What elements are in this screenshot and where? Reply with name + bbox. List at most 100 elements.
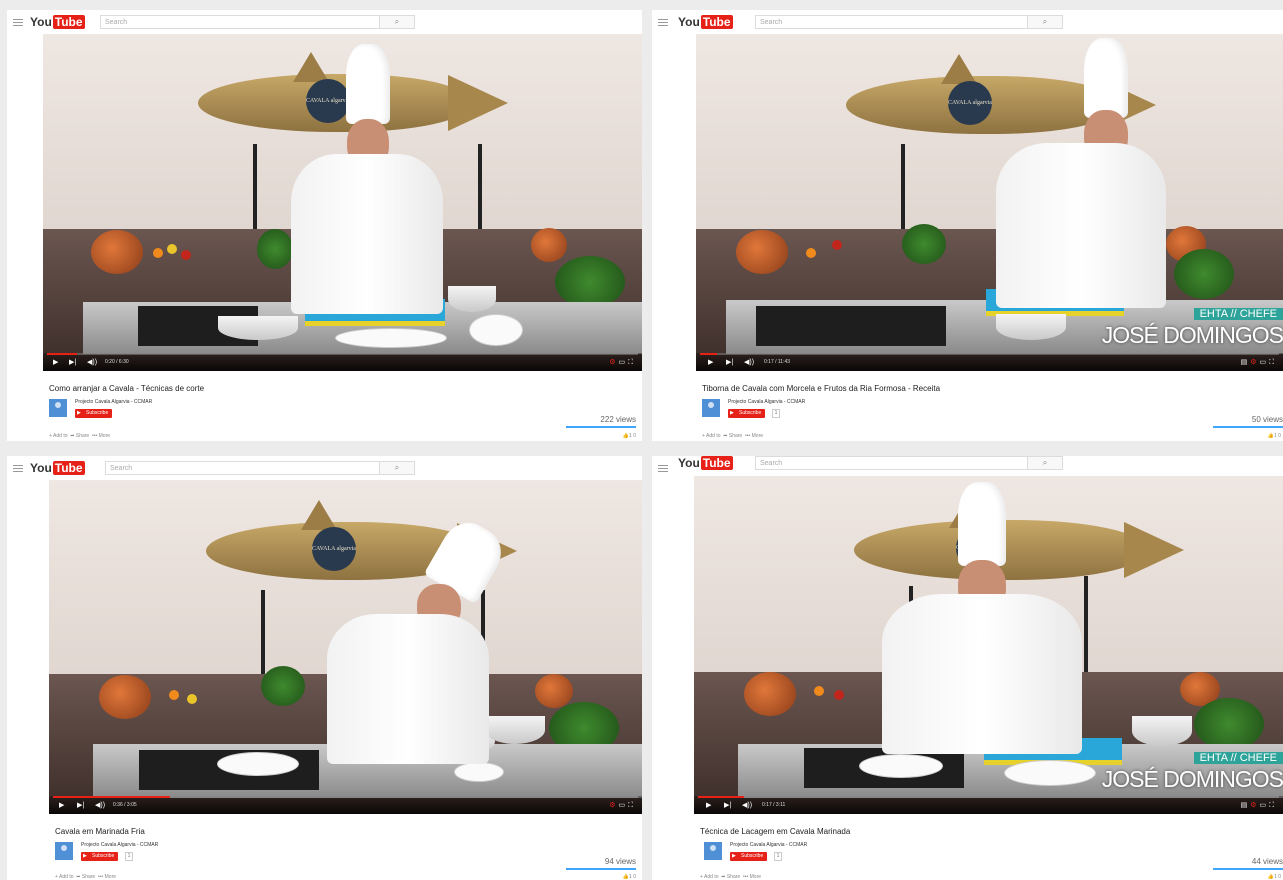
share-icon[interactable]: ➦ [76,874,80,880]
share-icon[interactable]: ➦ [723,433,727,439]
youtube-logo[interactable]: You Tube [678,456,733,470]
player-right-icons[interactable]: ▤⚙▭⛶ [1241,358,1277,367]
next-icon[interactable]: ▶| [724,801,731,809]
search-input[interactable]: Search [755,456,1033,470]
play-icon[interactable]: ▶ [706,801,711,809]
overlay-name: JOSÉ DOMINGOS [1101,766,1283,792]
overlay-name: JOSÉ DOMINGOS [1101,322,1283,348]
name-lower-third: EHTA // CHEFE JOSÉ DOMINGOS [1102,304,1283,349]
search-input[interactable]: Search [755,15,1033,29]
action-row[interactable]: + Add to ➦ Share ••• More [700,874,761,880]
action-row[interactable]: + Add to ➦ Share ••• More [702,433,763,439]
video-title: Cavala em Marinada Fria [55,827,145,836]
name-lower-third: EHTA // CHEFE JOSÉ DOMINGOS [1102,748,1283,793]
progress-played [47,353,77,355]
volume-icon[interactable]: ◀)) [742,801,752,809]
like-dislike[interactable]: 👍1 0 [1268,874,1281,880]
player-right-icons[interactable]: ⚙▭⛶ [609,801,636,810]
view-bar [566,426,636,428]
overlay-tag: EHTA // CHEFE [1193,308,1283,320]
subscribe-button[interactable]: Subscribe [728,409,766,418]
menu-icon[interactable] [13,19,23,28]
channel-name[interactable]: Projecto Cavala Algarvia - CCMAR [81,842,158,848]
youtube-logo[interactable]: You Tube [30,15,85,29]
video-panel-1: You Tube Search ⌕ CAVALA algarvia ▶ ▶| ◀… [7,10,642,441]
video-title: Técnica de Lacagem em Cavala Marinada [700,827,851,836]
progress-played [53,796,170,798]
play-icon[interactable]: ▶ [59,801,64,809]
player-right-icons[interactable]: ▤⚙▭⛶ [1241,801,1277,810]
menu-icon[interactable] [658,19,668,28]
time-display: 0:17 / 11:43 [764,359,791,365]
masthead: You Tube Search ⌕ [652,10,1283,36]
player-controls: ▶ ▶| ◀)) 0:36 / 3:05 ⚙▭⛶ [49,796,642,814]
volume-icon[interactable]: ◀)) [95,801,105,809]
channel-avatar[interactable] [702,399,720,417]
subscribe-button[interactable]: Subscribe [75,409,113,418]
play-icon[interactable]: ▶ [53,358,58,366]
time-display: 0:20 / 6:30 [105,359,129,365]
video-player[interactable]: CAVALA algarvia ▶ ▶| ◀)) 0:20 / 6:30 ⚙▭⛶ [43,34,642,371]
channel-name[interactable]: Projecto Cavala Algarvia - CCMAR [728,399,805,405]
youtube-logo[interactable]: You Tube [30,461,85,475]
next-icon[interactable]: ▶| [69,358,76,366]
search-icon[interactable]: ⌕ [1027,456,1063,470]
video-title: Como arranjar a Cavala - Técnicas de cor… [49,384,205,393]
play-icon[interactable]: ▶ [708,358,713,366]
action-row[interactable]: + Add to ➦ Share ••• More [49,433,110,439]
search-icon[interactable]: ⌕ [379,15,415,29]
search-icon[interactable]: ⌕ [1027,15,1063,29]
like-dislike[interactable]: 👍1 0 [623,433,636,439]
view-bar [566,868,636,870]
search-input[interactable]: Search [105,461,383,475]
view-count: 94 views [604,857,636,866]
view-count: 44 views [1251,857,1283,866]
video-player[interactable]: CAVALA algarvia ▶ ▶| ◀)) 0:36 / 3:05 ⚙▭⛶ [49,480,642,814]
progress-bar[interactable] [700,353,1279,355]
player-controls: ▶ ▶| ◀)) 0:20 / 6:30 ⚙▭⛶ [43,353,642,371]
subscribe-button[interactable]: Subscribe [730,852,768,861]
video-player[interactable]: CAVALA algarvia EHTA // CHEFE JOSÉ DOMIN… [694,476,1283,814]
channel-avatar[interactable] [55,842,73,860]
video-title: Tiborna de Cavala com Morcela e Frutos d… [702,384,941,393]
youtube-logo[interactable]: You Tube [678,15,733,29]
video-panel-3: You Tube Search ⌕ CAVALA algarvia ▶ ▶| ◀… [7,456,642,880]
video-panel-2: You Tube Search ⌕ CAVALA algarvia EHTA //… [652,10,1283,441]
like-dislike[interactable]: 👍1 0 [1268,433,1281,439]
share-icon[interactable]: ➦ [721,874,725,880]
channel-avatar[interactable] [49,399,67,417]
video-player[interactable]: CAVALA algarvia EHTA // CHEFE JOSÉ DOMIN… [696,34,1283,371]
action-row[interactable]: + Add to ➦ Share ••• More [55,874,116,880]
cavala-logo: CAVALA algarvia [948,81,992,125]
menu-icon[interactable] [658,465,668,474]
subscriber-count: 1 [774,852,782,861]
player-controls: ▶ ▶| ◀)) 0:17 / 11:43 ▤⚙▭⛶ [696,353,1283,371]
next-icon[interactable]: ▶| [726,358,733,366]
search-input[interactable]: Search [100,15,380,29]
progress-bar[interactable] [47,353,638,355]
channel-name[interactable]: Projecto Cavala Algarvia - CCMAR [730,842,807,848]
cavala-logo: CAVALA algarvia [312,527,356,571]
like-dislike[interactable]: 👍1 0 [623,874,636,880]
view-bar [1213,426,1283,428]
subscriber-count: 1 [125,852,133,861]
player-controls: ▶ ▶| ◀)) 0:17 / 3:11 ▤⚙▭⛶ [694,796,1283,814]
cavala-logo: CAVALA algarvia [306,79,350,123]
volume-icon[interactable]: ◀)) [87,358,97,366]
channel-avatar[interactable] [704,842,722,860]
progress-bar[interactable] [698,796,1279,798]
progress-played [698,796,745,798]
search-icon[interactable]: ⌕ [379,461,415,475]
view-bar [1213,868,1283,870]
player-right-icons[interactable]: ⚙▭⛶ [609,358,636,367]
progress-bar[interactable] [53,796,638,798]
channel-name[interactable]: Projecto Cavala Algarvia - CCMAR [75,399,152,405]
view-count: 222 views [600,415,636,424]
time-display: 0:17 / 3:11 [762,802,786,808]
progress-played [700,353,718,355]
subscribe-button[interactable]: Subscribe [81,852,119,861]
next-icon[interactable]: ▶| [77,801,84,809]
menu-icon[interactable] [13,465,23,474]
share-icon[interactable]: ➦ [70,433,74,439]
volume-icon[interactable]: ◀)) [744,358,754,366]
